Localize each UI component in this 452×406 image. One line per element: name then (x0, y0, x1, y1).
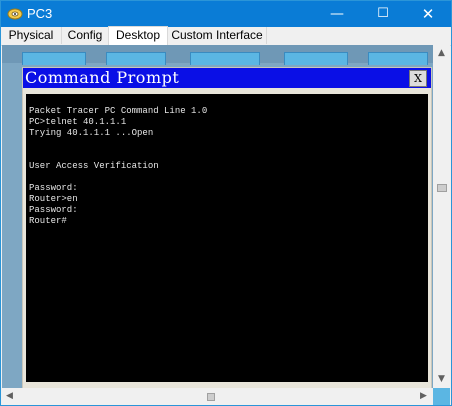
command-prompt-title-bar[interactable]: Command Prompt X (23, 68, 431, 88)
tab-bar: Physical Config Desktop Custom Interface (1, 26, 451, 46)
desktop-app-tile[interactable] (190, 52, 260, 65)
horizontal-scroll-thumb[interactable] (207, 393, 215, 401)
tab-desktop[interactable]: Desktop (108, 26, 168, 46)
command-prompt-title: Command Prompt (25, 68, 180, 87)
horizontal-scrollbar[interactable]: ◀ ▶ (1, 388, 433, 405)
terminal-line: Password: (29, 183, 78, 193)
scrollbar-corner (433, 388, 450, 405)
window-title: PC3 (27, 6, 53, 21)
terminal-line: User Access Verification (29, 161, 159, 171)
terminal-line: Router# (29, 216, 67, 226)
scroll-down-arrow-icon[interactable]: ▼ (433, 371, 450, 388)
terminal-line: Trying 40.1.1.1 ...Open (29, 128, 154, 138)
tab-physical[interactable]: Physical (1, 27, 62, 44)
app-window: PC3 — ☐ ✕ Physical Config Desktop Custom… (0, 0, 452, 406)
tab-custom-interface[interactable]: Custom Interface (168, 27, 267, 44)
terminal-output[interactable]: Packet Tracer PC Command Line 1.0 PC>teln… (26, 94, 428, 382)
terminal-line: Password: (29, 205, 78, 215)
packet-tracer-icon (7, 8, 23, 20)
vertical-scrollbar[interactable]: ▲ ▼ (433, 45, 450, 388)
desktop-app-tile[interactable] (106, 52, 166, 65)
desktop-app-tile[interactable] (22, 52, 86, 65)
desktop-icon-strip (2, 45, 433, 65)
maximize-button[interactable]: ☐ (360, 1, 406, 27)
terminal-line: Router>en (29, 194, 78, 204)
desktop-app-tile[interactable] (284, 52, 348, 65)
scroll-right-arrow-icon[interactable]: ▶ (415, 388, 432, 405)
scroll-up-arrow-icon[interactable]: ▲ (433, 45, 450, 62)
desktop-area: Command Prompt X Packet Tracer PC Comman… (2, 45, 433, 388)
close-button[interactable]: ✕ (405, 1, 451, 27)
terminal-line: PC>telnet 40.1.1.1 (29, 117, 127, 127)
minimize-button[interactable]: — (314, 1, 360, 27)
scroll-left-arrow-icon[interactable]: ◀ (1, 388, 18, 405)
command-prompt-close-button[interactable]: X (409, 70, 427, 87)
vertical-scroll-thumb[interactable] (437, 184, 447, 192)
terminal-line: Packet Tracer PC Command Line 1.0 (29, 106, 208, 116)
title-bar[interactable]: PC3 — ☐ ✕ (1, 1, 451, 27)
command-prompt-window: Command Prompt X Packet Tracer PC Comman… (22, 67, 432, 388)
desktop-app-tile[interactable] (368, 52, 428, 65)
tab-config[interactable]: Config (62, 27, 109, 44)
